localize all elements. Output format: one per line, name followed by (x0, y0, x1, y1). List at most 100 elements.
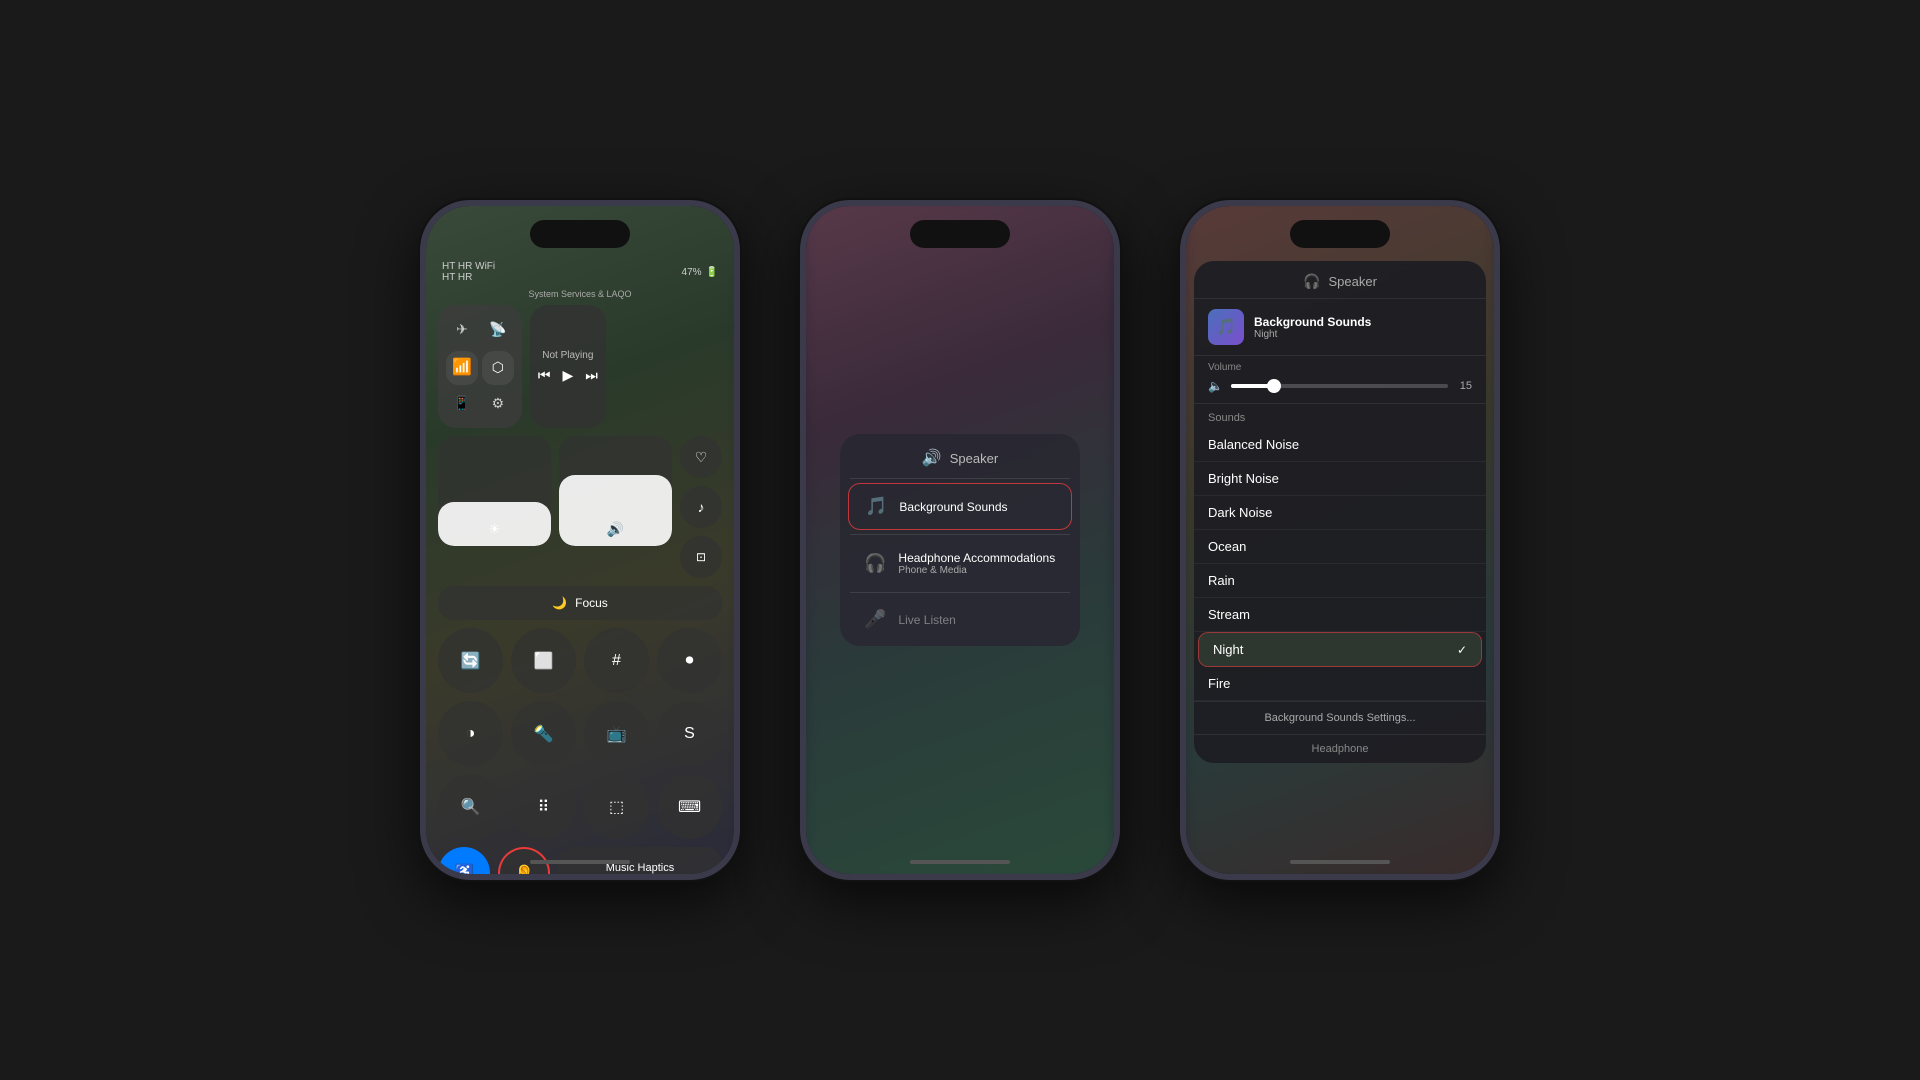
phone3-power-button[interactable] (1498, 361, 1500, 431)
phone2-volume-down[interactable] (800, 401, 802, 441)
keyboard-icon: ⌨ (678, 797, 701, 817)
night-label: Night (1213, 642, 1243, 657)
focus-button[interactable]: 🌙 Focus (438, 586, 722, 620)
dots-icon: ⠿ (538, 797, 550, 817)
flashlight-icon: 🔦 (534, 724, 554, 744)
battery-icon: 🔋 (706, 267, 718, 278)
cellular-icon: 📱 (453, 395, 470, 412)
phone-2: 🔊 Speaker 🎵 Background Sounds 🎧 Headphon… (800, 200, 1120, 880)
volume-up-button[interactable] (420, 346, 422, 386)
background-sounds-settings-link[interactable]: Background Sounds Settings... (1194, 701, 1486, 734)
phone2-silent-switch[interactable] (800, 306, 802, 334)
wifi-button[interactable]: 📶 (446, 351, 478, 385)
sounds-panel: 🎧 Speaker 🎵 Background Sounds Night Volu… (1194, 261, 1486, 763)
track-title: Background Sounds (1254, 315, 1472, 329)
music-button[interactable]: ♪ (680, 486, 722, 528)
balanced-noise-item[interactable]: Balanced Noise (1194, 428, 1486, 462)
calculator-button[interactable]: # (584, 628, 649, 693)
flashlight-button[interactable]: 🔦 (511, 701, 576, 766)
keyboard-button[interactable]: ⌨ (657, 774, 722, 839)
balanced-noise-label: Balanced Noise (1208, 437, 1299, 452)
volume-slider[interactable]: 🔊 (559, 436, 672, 546)
remote-button[interactable]: 📺 (584, 701, 649, 766)
brightness-icon: ☀ (488, 521, 501, 538)
bright-noise-item[interactable]: Bright Noise (1194, 462, 1486, 496)
live-listen-item[interactable]: 🎤 Live Listen (848, 597, 1072, 642)
phone-1-screen: HT HR WiFi HT HR 47% 🔋 System Services &… (426, 206, 734, 874)
brightness-slider[interactable]: ☀ (438, 436, 551, 546)
headphone-accommodations-label: Headphone Accommodations (898, 551, 1055, 565)
speaker-icon: 🔊 (922, 448, 942, 468)
dark-mode-icon: ◑ (466, 725, 476, 743)
night-item[interactable]: Night ✓ (1198, 632, 1482, 667)
phone-2-screen: 🔊 Speaker 🎵 Background Sounds 🎧 Headphon… (806, 206, 1114, 874)
hotspot-button[interactable]: ⚙ (482, 389, 514, 420)
network-1-label: HT HR WiFi (442, 261, 495, 272)
music-note-icon: 🎵 (1216, 317, 1236, 337)
sounds-section-label: Sounds (1194, 404, 1486, 428)
focus-label: Focus (575, 596, 608, 610)
magnifier-button[interactable]: 🔍 (438, 774, 503, 839)
accessibility-button[interactable]: ♿ (438, 847, 490, 874)
microphone-icon: 🎤 (864, 609, 886, 630)
track-info: Background Sounds Night (1254, 315, 1472, 340)
visual-look-up-button[interactable]: ⠿ (511, 774, 576, 839)
airplay-button[interactable]: ⊡ (680, 536, 722, 578)
volume-down-button[interactable] (420, 401, 422, 441)
popup-divider-2 (850, 534, 1070, 535)
volume-value: 15 (1456, 380, 1472, 392)
connectivity-tile[interactable]: ✈ 📡 📶 ⬡ 📱 ⚙ (438, 305, 522, 428)
fire-label: Fire (1208, 676, 1230, 691)
next-button[interactable]: ⏭ (585, 367, 598, 384)
now-playing-tile[interactable]: Not Playing ⏮ ▶ ⏭ (530, 305, 606, 428)
phone3-volume-up[interactable] (1180, 346, 1182, 386)
heart-button[interactable]: ♡ (680, 436, 722, 478)
screen-mirror-button[interactable]: ⬜ (511, 628, 576, 693)
phone-3-screen: 🎧 Speaker 🎵 Background Sounds Night Volu… (1186, 206, 1494, 874)
background-sounds-item[interactable]: 🎵 Background Sounds (848, 483, 1072, 530)
headphone-accommodations-item[interactable]: 🎧 Headphone Accommodations Phone & Media (848, 539, 1072, 588)
track-artwork: 🎵 (1208, 309, 1244, 345)
speaker-popup-header: 🔊 Speaker (840, 434, 1080, 478)
stream-label: Stream (1208, 607, 1250, 622)
dark-mode-button[interactable]: ◑ (438, 701, 503, 766)
screen-lock-button[interactable]: 🔄 (438, 628, 503, 693)
dark-noise-item[interactable]: Dark Noise (1194, 496, 1486, 530)
volume-bar[interactable] (1231, 384, 1448, 388)
shazam-button[interactable]: S (657, 701, 722, 766)
hotspot-icon: ⚙ (492, 395, 505, 412)
rain-item[interactable]: Rain (1194, 564, 1486, 598)
phone2-volume-up[interactable] (800, 346, 802, 386)
airdrop-button[interactable]: 📡 (482, 313, 514, 347)
record-icon: ⏺ (685, 652, 693, 670)
not-playing-label: Not Playing (542, 350, 593, 361)
volume-min-icon: 🔈 (1208, 379, 1223, 393)
volume-icon: 🔊 (607, 521, 624, 538)
previous-button[interactable]: ⏮ (538, 367, 551, 384)
track-subtitle: Night (1254, 329, 1472, 340)
volume-thumb[interactable] (1267, 379, 1281, 393)
phone3-silent-switch[interactable] (1180, 306, 1182, 334)
record-button[interactable]: ⏺ (657, 628, 722, 693)
play-pause-button[interactable]: ▶ (562, 367, 573, 384)
phone2-power-button[interactable] (1118, 361, 1120, 431)
ocean-item[interactable]: Ocean (1194, 530, 1486, 564)
ocean-label: Ocean (1208, 539, 1246, 554)
power-button[interactable] (738, 361, 740, 431)
phone3-home-indicator (1290, 860, 1390, 864)
phone3-volume-down[interactable] (1180, 401, 1182, 441)
bluetooth-icon: ⬡ (492, 359, 504, 376)
sounds-speaker-label: Speaker (1329, 274, 1377, 289)
stream-item[interactable]: Stream (1194, 598, 1486, 632)
phone-3: 🎧 Speaker 🎵 Background Sounds Night Volu… (1180, 200, 1500, 880)
rain-label: Rain (1208, 573, 1235, 588)
silent-switch[interactable] (420, 306, 422, 334)
phone2-home-indicator (910, 860, 1010, 864)
battery-label: 47% (682, 267, 702, 278)
background-sounds-label: Background Sounds (899, 500, 1007, 514)
fire-item[interactable]: Fire (1194, 667, 1486, 701)
airplane-mode-button[interactable]: ✈ (446, 313, 478, 347)
screenshot-button[interactable]: ⬚ (584, 774, 649, 839)
bluetooth-button[interactable]: ⬡ (482, 351, 514, 385)
cellular-button[interactable]: 📱 (446, 389, 478, 420)
